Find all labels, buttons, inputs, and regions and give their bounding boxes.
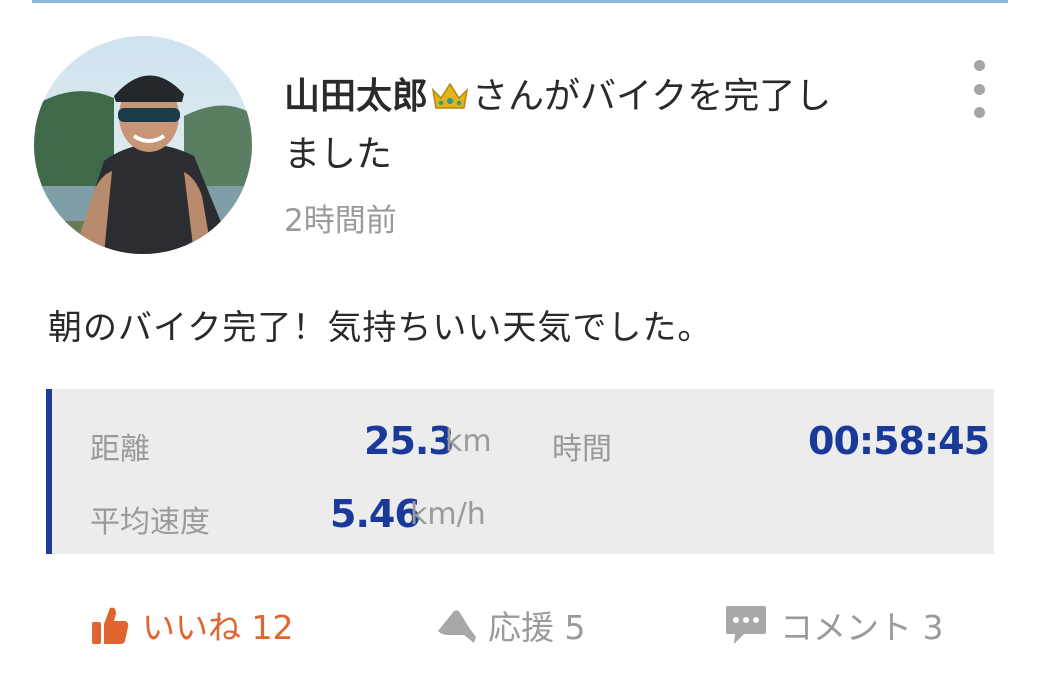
post-headline: 山田太郎 さんがバイクを完了し ました	[284, 68, 924, 184]
action-text-line2: ました	[284, 134, 393, 175]
crown-icon	[431, 82, 469, 109]
like-label: いいね 12	[142, 608, 294, 647]
comment-label: コメント 3	[780, 608, 944, 647]
more-dot	[973, 107, 985, 118]
post-message: 朝のバイク完了！気持ちいい天気でした。	[48, 308, 713, 348]
post-timestamp: 2時間前	[284, 203, 397, 239]
cheer-label: 応援 5	[488, 608, 586, 647]
distance-unit: km	[445, 424, 492, 459]
avatar[interactable]	[34, 36, 252, 254]
top-divider	[32, 0, 1008, 3]
comment-button[interactable]: コメント 3	[724, 600, 944, 650]
time-label: 時間	[552, 432, 612, 467]
thumbs-up-icon	[92, 607, 129, 644]
action-text: さんがバイクを完了し	[472, 76, 832, 117]
avg-speed-value: 5.46	[330, 492, 421, 536]
more-vertical-icon	[973, 60, 985, 71]
avatar-photo	[34, 36, 252, 254]
speech-bubble-icon	[726, 606, 766, 644]
like-button[interactable]: いいね 12	[90, 600, 293, 650]
time-value: 00:58:45	[808, 419, 990, 463]
more-dot	[973, 83, 985, 95]
more-options-button[interactable]	[962, 60, 996, 118]
avg-speed-label: 平均速度	[90, 505, 210, 540]
cheer-button[interactable]: 応援 5	[434, 600, 586, 650]
distance-value: 25.3	[364, 419, 455, 463]
distance-label: 距離	[90, 432, 150, 467]
megaphone-icon	[438, 610, 476, 643]
user-name[interactable]: 山田太郎	[284, 76, 428, 117]
activity-stats-panel[interactable]: 距離 25.3 km 時間 00:58:45 平均速度 5.46 km/h	[46, 389, 994, 554]
avg-speed-unit: km/h	[410, 497, 486, 532]
